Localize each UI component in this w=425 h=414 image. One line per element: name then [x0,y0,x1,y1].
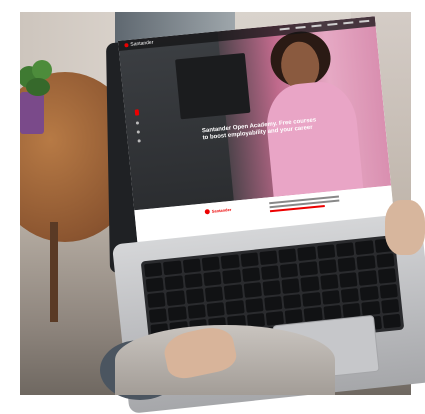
keyboard-key [379,283,398,299]
keyboard-key [184,273,203,289]
keyboard-key [265,310,285,326]
keyboard-key [361,300,381,316]
pagination-dot[interactable] [137,139,141,143]
keyboard-key [220,254,240,270]
keyboard-key [382,313,401,329]
laptop-screen: Santander Santander Open Academy. Free c… [118,16,395,246]
keyboard-key [284,308,304,324]
person-hand-right [385,200,425,255]
keyboard-key [222,269,242,285]
keyboard-key [342,302,361,318]
keyboard-key [201,256,221,272]
keyboard-key [320,274,339,290]
nav-link[interactable] [311,24,322,28]
nav-link[interactable] [327,22,338,26]
keyboard-key [203,271,222,287]
keyboard-key [187,303,206,319]
site-logo[interactable]: Santander [124,40,154,49]
keyboard-key [300,276,320,292]
keyboard-key [336,242,355,258]
pagination-dot[interactable] [135,121,140,125]
keyboard-key [243,282,262,298]
keyboard-key [225,299,245,315]
table-leg [50,222,58,322]
keyboard-key [223,284,243,300]
keyboard-key [280,263,299,279]
pagination-dot-active[interactable] [134,109,140,116]
keyboard-key [337,257,357,273]
keyboard-key [167,305,187,321]
keyboard-key [163,260,182,276]
keyboard-key [259,250,278,266]
keyboard-key [148,307,168,323]
keyboard-key [244,297,264,313]
plant-pot [20,92,44,134]
keyboard-key [281,278,301,294]
nav-link[interactable] [343,21,354,25]
keyboard-key [182,258,202,274]
keyboard-key [316,244,336,260]
keyboard-key [147,292,166,308]
keyboard-key [355,240,374,256]
keyboard-key [185,288,205,304]
keyboard-key [283,293,302,309]
keyboard-key [297,246,317,262]
keyboard-key [380,298,400,314]
keyboard-key [376,253,395,269]
keyboard-key [323,304,342,320]
plant-leaf [26,78,50,96]
keyboard-key [262,280,281,296]
keyboard-key [278,248,298,264]
keyboard-key [260,265,280,281]
keyboard-key [164,275,184,291]
keyboard-key [340,287,360,303]
background-monitor [175,52,251,120]
keyboard-key [302,291,321,307]
keyboard-key [145,277,165,293]
keyboard-key [339,272,358,288]
keyboard-key [318,259,338,275]
keyboard-key [241,267,261,283]
keyboard-key [240,252,259,268]
keyboard-key [356,255,376,271]
keyboard-key [303,306,323,322]
pagination-dot[interactable] [136,130,140,134]
keyboard-key [166,290,185,306]
nav-link[interactable] [359,19,370,23]
keyboard-key [377,268,397,284]
keyboard-key [206,301,225,317]
plant-leaf [32,60,52,80]
keyboard-key [263,295,283,311]
keyboard-key [358,270,378,286]
keyboard-key [299,261,318,277]
keyboard-key [204,286,224,302]
nav-link[interactable] [295,25,306,29]
keyboard-key [144,262,163,278]
nav-link[interactable] [279,27,290,31]
keyboard-key [359,285,379,301]
keyboard-key [321,289,341,305]
